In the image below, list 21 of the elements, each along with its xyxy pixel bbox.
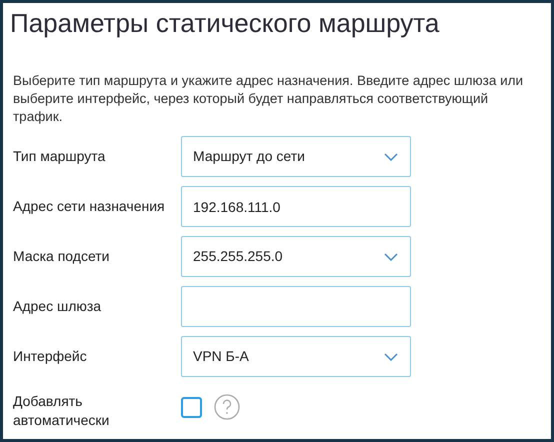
field-label: Адрес сети назначения xyxy=(13,197,166,216)
page-title: Параметры статического маршрута xyxy=(10,7,440,40)
dropdown-value: Маршрут до сети xyxy=(193,147,305,166)
dropdown[interactable]: 255.255.255.0 xyxy=(181,236,411,277)
field-label: Маска подсети xyxy=(13,247,110,266)
dropdown[interactable]: VPN Б-А xyxy=(181,336,411,377)
field-label: Тип маршрута xyxy=(13,147,106,166)
dropdown[interactable]: Маршрут до сети xyxy=(181,136,411,177)
chevron-down-icon xyxy=(384,152,398,160)
dropdown-value: VPN Б-А xyxy=(193,347,249,366)
dropdown-value: 255.255.255.0 xyxy=(193,247,283,266)
chevron-down-icon xyxy=(384,252,398,260)
description: Выберите тип маршрута и укажите адрес назначения. Введите адрес шлюза или выберите интерфейс, через который будет направляться соответствующий трафик. xyxy=(12,72,524,126)
input-field[interactable]: 192.168.111.0 xyxy=(181,186,411,227)
field-label: Добавлять автоматически xyxy=(13,392,110,430)
chevron-down-icon xyxy=(384,352,398,360)
help-icon[interactable] xyxy=(214,394,240,420)
field-label: Адрес шлюза xyxy=(13,297,102,316)
field-label: Интерфейс xyxy=(13,347,88,366)
checkbox[interactable] xyxy=(181,396,202,418)
input-field[interactable] xyxy=(181,286,411,327)
